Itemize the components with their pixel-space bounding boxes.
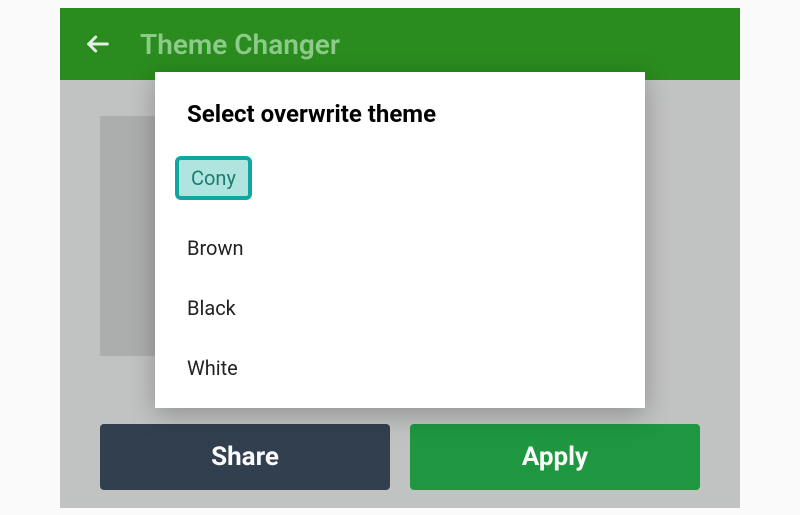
theme-option-cony[interactable]: Cony bbox=[175, 156, 252, 200]
screen: Theme Changer Share Apply Select overwri… bbox=[0, 0, 800, 515]
dialog-options: Cony Brown Black White bbox=[187, 156, 613, 380]
theme-option-black[interactable]: Black bbox=[187, 296, 236, 320]
theme-option-white[interactable]: White bbox=[187, 356, 238, 380]
theme-option-label: Brown bbox=[187, 236, 244, 260]
select-theme-dialog: Select overwrite theme Cony Brown Black … bbox=[155, 72, 645, 408]
theme-option-label: White bbox=[187, 356, 238, 380]
theme-option-brown[interactable]: Brown bbox=[187, 236, 244, 260]
dialog-title: Select overwrite theme bbox=[187, 100, 613, 128]
theme-option-label: Black bbox=[187, 296, 236, 320]
theme-option-label: Cony bbox=[191, 166, 236, 190]
